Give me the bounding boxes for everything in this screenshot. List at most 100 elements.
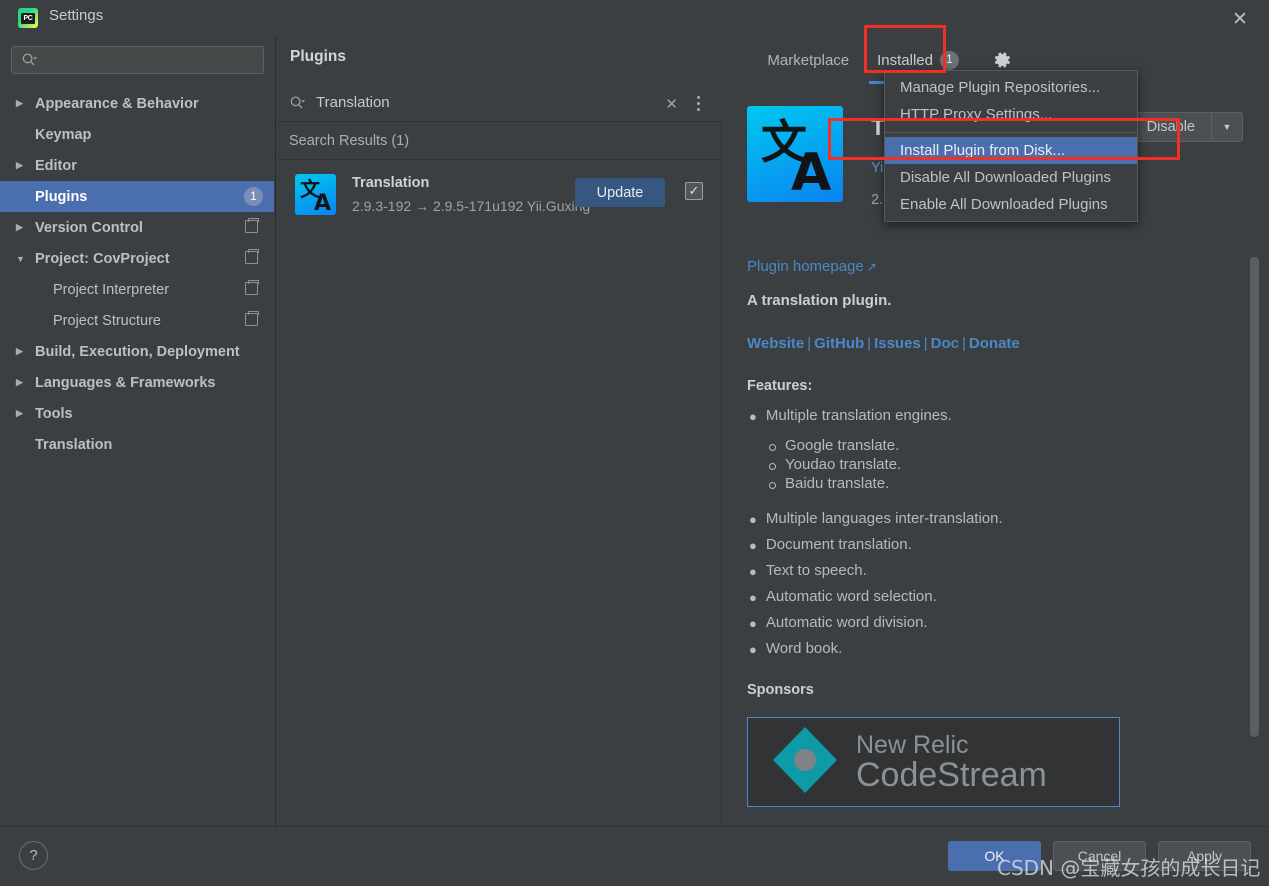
settings-tree: ▶ Appearance & Behavior ▶ Keymap ▶ Editor ▶ Plu… [0,84,274,826]
cancel-button[interactable]: Cancel [1053,841,1146,871]
chevron-right-icon[interactable]: ▶ [16,222,30,233]
sidebar-item-project-interpreter[interactable]: Project Interpreter [0,274,274,305]
chevron-right-icon[interactable]: ▶ [16,98,30,109]
feature-label: Multiple translation engines. [765,407,952,424]
sidebar-item-label: Keymap [35,126,92,143]
menu-item-enable-all-downloaded-plugins[interactable]: Enable All Downloaded Plugins [885,191,1137,218]
sidebar-item-label: Editor [35,157,77,174]
chevron-right-icon[interactable]: ▶ [16,439,30,450]
pycharm-logo-text: PC [21,12,35,24]
plugin-row-subtitle: 2.9.3-192 → 2.9.5-171u192 Yii.Guxing [352,197,591,214]
sidebar-item-tools[interactable]: ▶ Tools [0,398,274,429]
sponsor-banner[interactable]: New Relic CodeStream [747,717,1120,807]
plugin-link-donate[interactable]: Donate [969,335,1020,352]
feature-subitem: Baidu translate. [769,474,1217,493]
close-icon[interactable]: ✕ [1227,6,1253,32]
feature-label: Word book. [765,640,843,657]
external-link-icon: ↗ [866,260,877,274]
page-title: Plugins [290,48,346,65]
help-button[interactable]: ? [19,841,48,870]
feature-item: ● Document translation. [747,533,1217,559]
sidebar-item-appearance-behavior[interactable]: ▶ Appearance & Behavior [0,88,274,119]
sidebar-item-label: Appearance & Behavior [35,95,199,112]
disable-button[interactable]: Disable [1131,113,1211,141]
sidebar-item-version-control[interactable]: ▶ Version Control [0,212,274,243]
detail-scrollbar[interactable] [1250,257,1259,737]
chevron-right-icon[interactable]: ▶ [16,377,30,388]
link-separator: | [867,335,872,352]
disable-button-group[interactable]: Disable ▼ [1129,112,1243,142]
plugin-search-input[interactable]: Translation [316,94,390,111]
feature-item: ● Multiple languages inter-translation. [747,507,1217,533]
translation-plugin-icon: 文 A [747,106,843,202]
sidebar-item-editor[interactable]: ▶ Editor [0,150,274,181]
menu-separator [885,132,1137,133]
plugin-links: Website | GitHub | Issues | Doc | Donate [747,335,1020,352]
bullet-icon: ● [749,590,757,605]
table-row[interactable]: 文 A Translation 2.9.3-192 → 2.9.5-171u192 Y… [277,160,721,228]
menu-item-disable-all-downloaded-plugins[interactable]: Disable All Downloaded Plugins [885,164,1137,191]
chevron-right-icon[interactable]: ▶ [16,129,30,140]
sidebar-item-plugins[interactable]: ▶ Plugins 1 [0,181,274,212]
plugin-link-issues[interactable]: Issues [874,335,921,352]
tab-marketplace[interactable]: Marketplace [753,36,863,84]
plugin-link-doc[interactable]: Doc [931,335,959,352]
copy-icon[interactable] [245,249,259,264]
plugin-description: A translation plugin. [747,292,892,309]
feature-sublabel: Baidu translate. [785,475,890,492]
settings-search-input[interactable] [11,46,264,74]
apply-button[interactable]: Apply [1158,841,1251,871]
sidebar-item-keymap[interactable]: ▶ Keymap [0,119,274,150]
menu-item-http-proxy-settings[interactable]: HTTP Proxy Settings... [885,101,1137,128]
plugin-enabled-checkbox[interactable]: ✓ [685,182,703,200]
ok-button[interactable]: OK [948,841,1041,871]
copy-icon[interactable] [245,280,259,295]
sidebar-item-project-covproject[interactable]: ▼ Project: CovProject [0,243,274,274]
plugin-result-list: 文 A Translation 2.9.3-192 → 2.9.5-171u192 Y… [277,160,721,228]
sidebar-item-label: Build, Execution, Deployment [35,343,240,360]
sidebar-item-project-structure[interactable]: Project Structure [0,305,274,336]
plugin-link-github[interactable]: GitHub [814,335,864,352]
more-vertical-icon[interactable] [691,93,705,113]
sidebar-item-label: Version Control [35,219,143,236]
features-title: Features: [747,378,813,394]
chevron-down-icon[interactable]: ▼ [16,254,30,264]
update-button[interactable]: Update [575,178,665,207]
link-separator: | [807,335,812,352]
sidebar-item-label: Languages & Frameworks [35,374,216,391]
sidebar-item-languages-frameworks[interactable]: ▶ Languages & Frameworks [0,367,274,398]
copy-icon[interactable] [245,311,259,326]
plugin-homepage-link[interactable]: Plugin homepage ↗ [747,258,877,275]
chevron-right-icon[interactable]: ▶ [16,191,30,202]
menu-item-install-plugin-from-disk[interactable]: Install Plugin from Disk... [885,137,1137,164]
feature-sublabel: Youdao translate. [785,456,902,473]
feature-item: ● Text to speech. [747,559,1217,585]
sidebar-item-build-execution-deployment[interactable]: ▶ Build, Execution, Deployment [0,336,274,367]
chevron-right-icon[interactable]: ▶ [16,408,30,419]
feature-item: ● Automatic word division. [747,611,1217,637]
feature-label: Automatic word division. [765,614,928,631]
plugin-search-bar[interactable]: Translation ✕ [277,84,722,122]
sidebar-item-translation[interactable]: ▶ Translation [0,429,274,460]
feature-label: Document translation. [765,536,912,553]
feature-label: Multiple languages inter-translation. [765,510,1003,527]
sponsor-line-2: CodeStream [856,755,1047,794]
features-list: ● Multiple translation engines. Google tra… [747,404,1217,663]
sponsors-title: Sponsors [747,682,814,698]
bullet-icon: ● [749,564,757,579]
plugin-row-name: Translation [352,174,430,191]
copy-icon[interactable] [245,218,259,233]
search-icon [21,52,37,68]
settings-dialog: PC Settings ✕ ▶ Appearance & Behavior ▶ Key… [0,0,1269,886]
sidebar-item-label: Tools [35,405,73,422]
bullet-icon: ● [749,512,757,527]
chevron-down-icon[interactable]: ▼ [1211,113,1242,141]
sidebar-item-label: Project Structure [53,312,161,329]
window-title: Settings [49,7,104,24]
close-icon[interactable]: ✕ [665,95,678,113]
chevron-right-icon[interactable]: ▶ [16,160,30,171]
menu-item-manage-plugin-repositories[interactable]: Manage Plugin Repositories... [885,74,1137,101]
plugin-link-website[interactable]: Website [747,335,804,352]
chevron-right-icon[interactable]: ▶ [16,346,30,357]
bullet-icon: ● [749,538,757,553]
